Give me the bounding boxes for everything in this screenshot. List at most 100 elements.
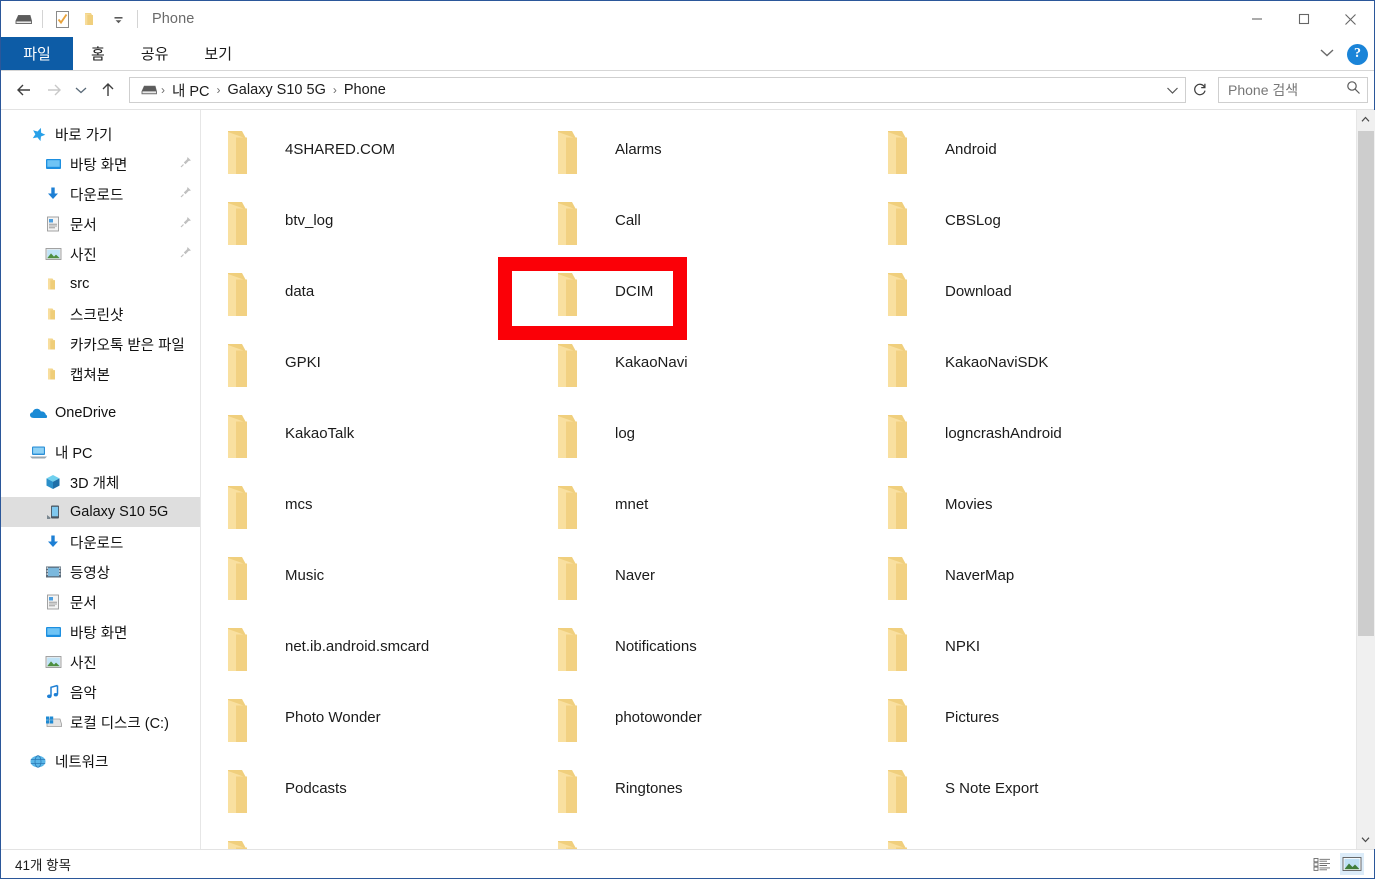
up-button[interactable] [93, 75, 123, 105]
scrollbar-track[interactable] [1356, 129, 1375, 830]
sidebar-item-screenshots[interactable]: 스크린샷 [1, 299, 200, 329]
file-name: NaverMap [945, 567, 1015, 584]
file-item[interactable]: NPKI [869, 623, 1356, 694]
sidebar-item-src[interactable]: src [1, 269, 200, 299]
address-bar: › 내 PC › Galaxy S10 5G › Phone Phone 검색 [1, 71, 1374, 109]
tab-share[interactable]: 공유 [123, 37, 187, 70]
navigation-pane[interactable]: 바로 가기 바탕 화면 다운로드 문서 사진 src 스크린샷 카카오톡 받은 … [1, 110, 201, 849]
sidebar-item-documents[interactable]: 문서 [1, 209, 200, 239]
search-icon[interactable] [1346, 80, 1361, 100]
breadcrumb-bar[interactable]: › 내 PC › Galaxy S10 5G › Phone [129, 77, 1186, 103]
file-item[interactable]: log [539, 410, 869, 481]
pin-icon[interactable] [180, 156, 192, 172]
file-item[interactable]: KakaoTalk [209, 410, 539, 481]
file-item[interactable]: Naver [539, 552, 869, 623]
file-item[interactable]: Photo Wonder [209, 694, 539, 765]
breadcrumb-item-2[interactable]: Phone [338, 82, 392, 98]
sidebar-item-music[interactable]: 음악 [1, 677, 200, 707]
file-item[interactable]: CBSLog [869, 197, 1356, 268]
refresh-button[interactable] [1187, 77, 1213, 103]
file-item[interactable]: photowonder [539, 694, 869, 765]
sidebar-item-pictures[interactable]: 사진 [1, 239, 200, 269]
pin-icon[interactable] [180, 216, 192, 232]
customize-qat-dropdown-icon[interactable] [104, 5, 132, 33]
file-item[interactable]: Ringtones [539, 765, 869, 836]
file-item[interactable]: Podcasts [209, 765, 539, 836]
chevron-down-icon[interactable] [1319, 45, 1335, 63]
sidebar-item-desktop[interactable]: 바탕 화면 [1, 149, 200, 179]
vertical-scrollbar[interactable] [1356, 110, 1375, 849]
sidebar-item-3d-objects[interactable]: 3D 개체 [1, 467, 200, 497]
details-view-button[interactable] [1310, 853, 1334, 875]
sidebar-item-videos[interactable]: 등영상 [1, 557, 200, 587]
file-item[interactable]: mcs [209, 481, 539, 552]
file-list-pane[interactable]: 4SHARED.COM Alarms Android btv_log Call [201, 110, 1356, 849]
help-icon[interactable]: ? [1347, 43, 1368, 65]
folder-icon [885, 769, 920, 820]
file-name: mnet [615, 496, 649, 513]
document-icon [43, 592, 63, 612]
file-item[interactable]: GPKI [209, 339, 539, 410]
file-item[interactable]: NaverMap [869, 552, 1356, 623]
sidebar-item-documents-pc[interactable]: 문서 [1, 587, 200, 617]
sidebar-item-kakaotalk-received[interactable]: 카카오톡 받은 파일 [1, 329, 200, 359]
sidebar-item-galaxy-s10-5g[interactable]: Galaxy S10 5G [1, 497, 200, 527]
minimize-button[interactable] [1233, 1, 1280, 37]
file-item-partial[interactable] [539, 836, 869, 849]
file-item[interactable]: KakaoNaviSDK [869, 339, 1356, 410]
sidebar-item-desktop-pc[interactable]: 바탕 화면 [1, 617, 200, 647]
breadcrumb-item-1[interactable]: Galaxy S10 5G [222, 82, 332, 98]
sidebar-item-onedrive[interactable]: OneDrive [1, 398, 200, 428]
file-item[interactable]: Alarms [539, 126, 869, 197]
recent-locations-button[interactable] [69, 75, 93, 105]
address-dropdown-icon[interactable] [1161, 86, 1183, 95]
close-button[interactable] [1327, 1, 1374, 37]
back-button[interactable] [9, 75, 39, 105]
sidebar-group-quick-access[interactable]: 바로 가기 [1, 119, 200, 149]
breadcrumb-device-icon[interactable] [137, 83, 160, 97]
tab-view[interactable]: 보기 [186, 37, 250, 70]
tab-file[interactable]: 파일 [1, 37, 73, 70]
forward-button[interactable] [39, 75, 69, 105]
file-item[interactable]: Call [539, 197, 869, 268]
properties-icon[interactable] [48, 5, 76, 33]
maximize-button[interactable] [1280, 1, 1327, 37]
pin-icon[interactable] [180, 186, 192, 202]
file-item[interactable]: data [209, 268, 539, 339]
large-icons-view-button[interactable] [1340, 853, 1364, 875]
tab-home[interactable]: 홈 [73, 37, 123, 70]
file-item[interactable]: KakaoNavi [539, 339, 869, 410]
file-item[interactable]: logncrashAndroid [869, 410, 1356, 481]
sidebar-item-local-disk-c[interactable]: 로컬 디스크 (C:) [1, 707, 200, 737]
file-item[interactable]: btv_log [209, 197, 539, 268]
file-item[interactable]: Download [869, 268, 1356, 339]
file-item-partial[interactable] [209, 836, 539, 849]
scroll-up-button[interactable] [1356, 110, 1375, 129]
sidebar-item-pictures-pc[interactable]: 사진 [1, 647, 200, 677]
sidebar-item-network[interactable]: 네트워크 [1, 746, 200, 776]
file-item[interactable]: Pictures [869, 694, 1356, 765]
new-folder-icon[interactable] [76, 5, 104, 33]
file-name: btv_log [285, 212, 334, 229]
sidebar-item-downloads-pc[interactable]: 다운로드 [1, 527, 200, 557]
file-item[interactable]: S Note Export [869, 765, 1356, 836]
file-item[interactable]: 4SHARED.COM [209, 126, 539, 197]
sidebar-item-captures[interactable]: 캡쳐본 [1, 359, 200, 389]
file-item-dcim[interactable]: DCIM [539, 268, 869, 339]
file-item[interactable]: Movies [869, 481, 1356, 552]
file-item[interactable]: net.ib.android.smcard [209, 623, 539, 694]
file-item[interactable]: mnet [539, 481, 869, 552]
file-item[interactable]: Music [209, 552, 539, 623]
search-box[interactable]: Phone 검색 [1218, 77, 1368, 103]
pin-icon[interactable] [180, 246, 192, 262]
file-item[interactable]: Android [869, 126, 1356, 197]
file-item[interactable]: Notifications [539, 623, 869, 694]
sidebar-group-this-pc[interactable]: 내 PC [1, 437, 200, 467]
scrollbar-thumb[interactable] [1357, 131, 1374, 636]
sidebar-item-downloads[interactable]: 다운로드 [1, 179, 200, 209]
device-icon[interactable] [9, 5, 37, 33]
file-item-partial[interactable] [869, 836, 1356, 849]
search-input[interactable]: Phone 검색 [1228, 80, 1346, 100]
breadcrumb-item-0[interactable]: 내 PC [166, 80, 216, 101]
scroll-down-button[interactable] [1356, 830, 1375, 849]
